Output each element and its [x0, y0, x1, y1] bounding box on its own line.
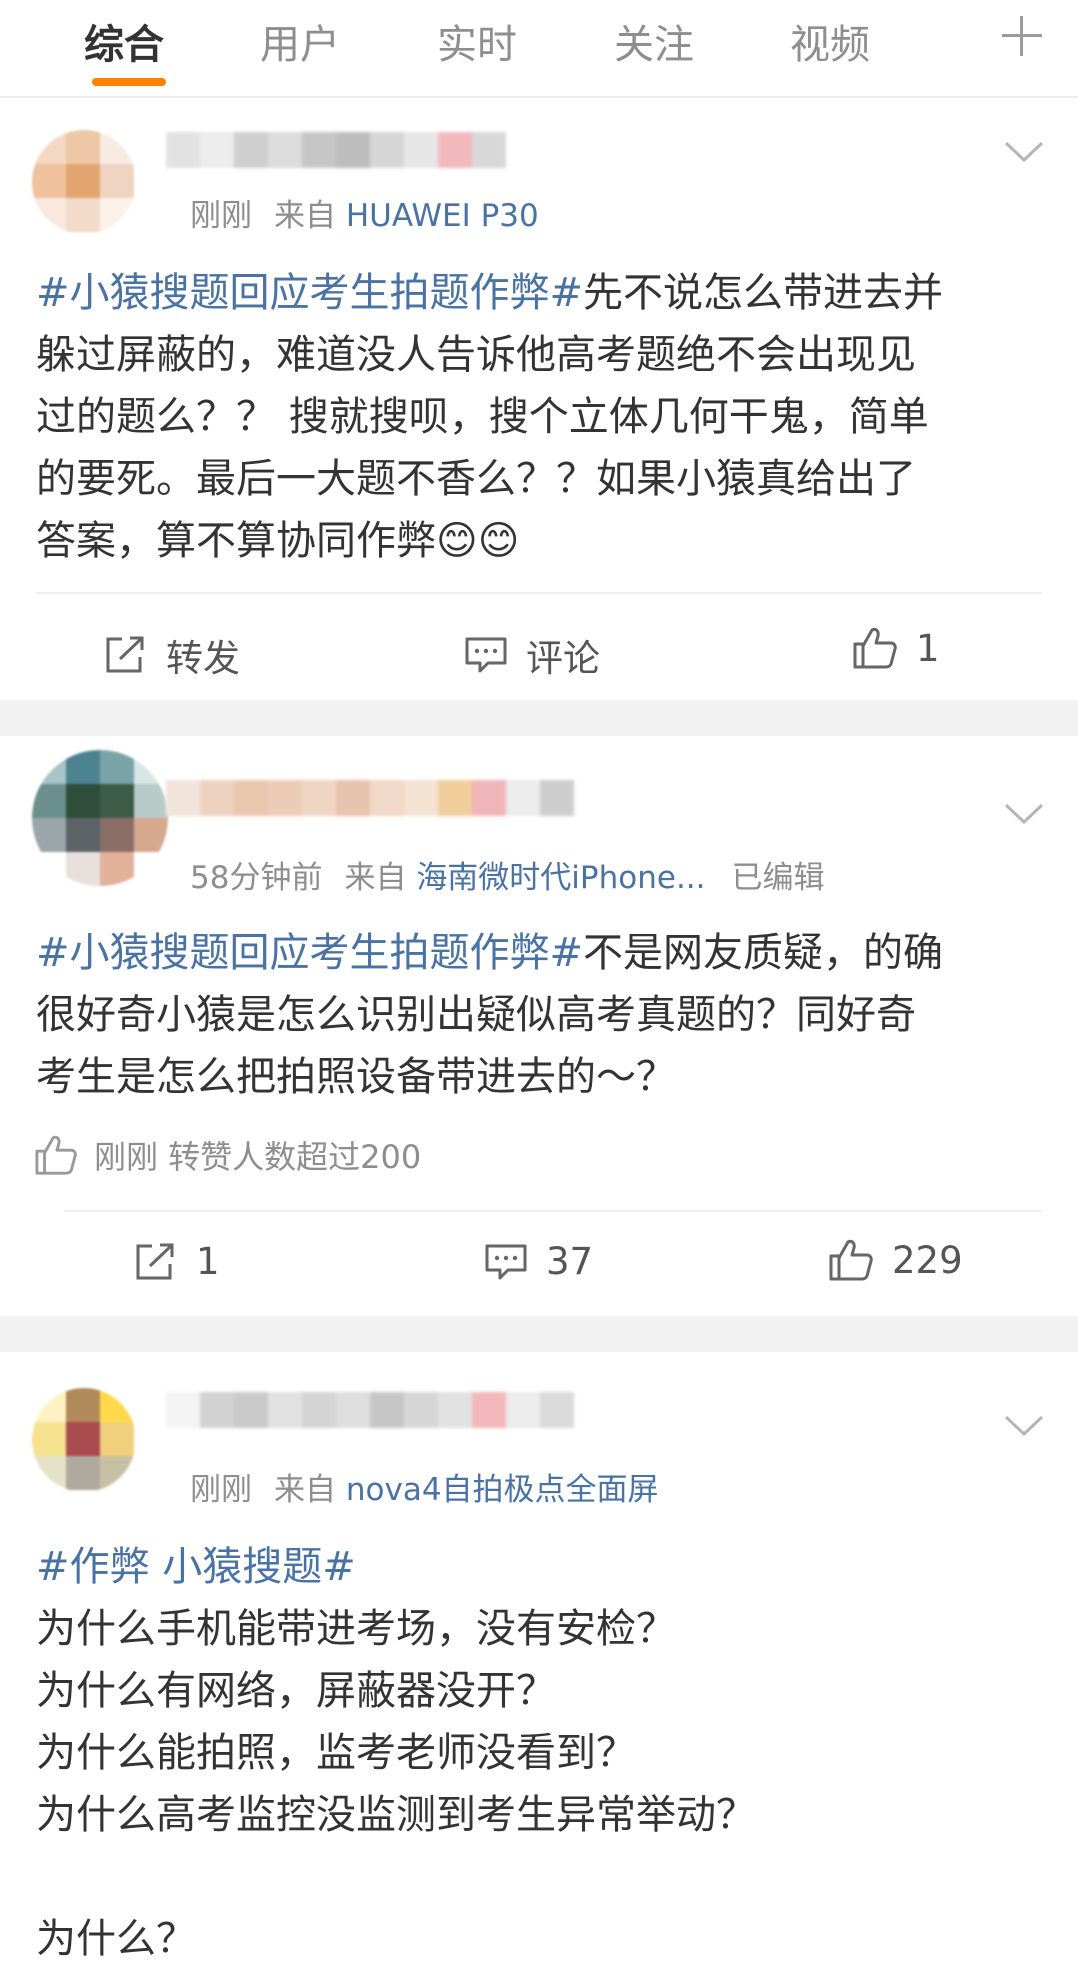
- repost-button[interactable]: 1: [134, 1240, 220, 1283]
- post-time: 58分钟前: [190, 860, 323, 896]
- blurred-username[interactable]: [166, 780, 578, 816]
- thumbs-up-icon: [35, 1135, 77, 1175]
- from-label: 来自: [274, 198, 336, 234]
- post-meta: 58分钟前 来自 海南微时代iPhone... 已编辑: [190, 852, 825, 897]
- post-content: #作弊 小猿搜题# 为什么手机能带进考场，没有安检？ 为什么有网络，屏蔽器没开？…: [36, 1536, 1046, 1970]
- post-meta: 刚刚 来自 nova4自拍极点全面屏: [190, 1464, 659, 1509]
- post-body: 为什么手机能带进考场，没有安检？ 为什么有网络，屏蔽器没开？ 为什么能拍照，监考…: [36, 1606, 756, 1962]
- from-label: 来自: [274, 1472, 336, 1508]
- repost-icon: [136, 1243, 174, 1279]
- post-source[interactable]: 海南微时代iPhone...: [416, 860, 705, 896]
- topic-link[interactable]: #作弊 小猿搜题#: [36, 1544, 356, 1590]
- repost-button[interactable]: 转发: [104, 628, 240, 682]
- tab-following[interactable]: 关注: [614, 12, 694, 70]
- add-tab-plus-icon[interactable]: [1000, 14, 1044, 58]
- post-time: 刚刚: [190, 198, 252, 234]
- post-content: #小猿搜题回应考生拍题作弊#不是网友质疑，的确 很好奇小猿是怎么识别出疑似高考真…: [36, 922, 1046, 1108]
- like-button[interactable]: 1: [852, 626, 940, 670]
- repost-icon: [106, 636, 144, 673]
- topic-link[interactable]: #小猿搜题回应考生拍题作弊#: [36, 270, 583, 316]
- post-meta: 刚刚 来自 HUAWEI P30: [190, 190, 539, 235]
- thumbs-up-icon: [829, 1239, 873, 1281]
- comment-label: 评论: [526, 637, 600, 680]
- like-button[interactable]: 229: [828, 1238, 963, 1282]
- chevron-down-icon[interactable]: [1004, 802, 1044, 826]
- post-card: 刚刚 来自 HUAWEI P30 #小猿搜题回应考生拍题作弊#先不说怎么带进去并 …: [0, 98, 1078, 700]
- divider: [64, 1210, 1042, 1212]
- post-time: 刚刚: [190, 1472, 252, 1508]
- avatar[interactable]: [32, 1388, 136, 1492]
- like-count: 1: [916, 626, 940, 670]
- blurred-username[interactable]: [166, 132, 510, 168]
- from-label: 来自: [344, 860, 407, 896]
- post-source[interactable]: HUAWEI P30: [346, 198, 539, 234]
- active-tab-indicator: [92, 78, 166, 86]
- comment-icon: [465, 637, 507, 673]
- post-source[interactable]: nova4自拍极点全面屏: [346, 1472, 659, 1508]
- like-count: 229: [892, 1238, 963, 1282]
- tab-video[interactable]: 视频: [790, 12, 870, 70]
- tab-realtime[interactable]: 实时: [437, 12, 517, 70]
- comment-icon: [485, 1244, 527, 1279]
- comment-button[interactable]: 37: [484, 1240, 593, 1283]
- blurred-username[interactable]: [166, 1392, 578, 1428]
- divider: [36, 592, 1042, 594]
- edited-label: 已编辑: [731, 860, 825, 896]
- thumbs-up-icon: [853, 627, 897, 669]
- topic-link[interactable]: #小猿搜题回应考生拍题作弊#: [36, 930, 583, 976]
- post-card: 刚刚 来自 nova4自拍极点全面屏 #作弊 小猿搜题# 为什么手机能带进考场，没…: [0, 1352, 1078, 1981]
- avatar[interactable]: [32, 750, 168, 886]
- feed-separator: [0, 700, 1078, 736]
- feed-separator: [0, 1316, 1078, 1352]
- chevron-down-icon[interactable]: [1004, 140, 1044, 164]
- post-card: 58分钟前 来自 海南微时代iPhone... 已编辑 #小猿搜题回应考生拍题作弊#…: [0, 736, 1078, 1316]
- tab-users[interactable]: 用户: [260, 12, 340, 70]
- repost-count: 1: [196, 1240, 220, 1283]
- avatar[interactable]: [32, 130, 136, 234]
- like-summary: 刚刚 转赞人数超过200: [34, 1132, 421, 1178]
- repost-label: 转发: [166, 637, 240, 680]
- tab-comprehensive[interactable]: 综合: [84, 12, 164, 70]
- search-tab-bar: 综合 用户 实时 关注 视频: [0, 0, 1078, 98]
- comment-count: 37: [546, 1240, 594, 1283]
- post-content: #小猿搜题回应考生拍题作弊#先不说怎么带进去并 躲过屏蔽的，难道没人告诉他高考题…: [36, 262, 1046, 572]
- comment-button[interactable]: 评论: [464, 628, 600, 682]
- like-summary-text: 刚刚 转赞人数超过200: [94, 1138, 422, 1176]
- chevron-down-icon[interactable]: [1004, 1414, 1044, 1438]
